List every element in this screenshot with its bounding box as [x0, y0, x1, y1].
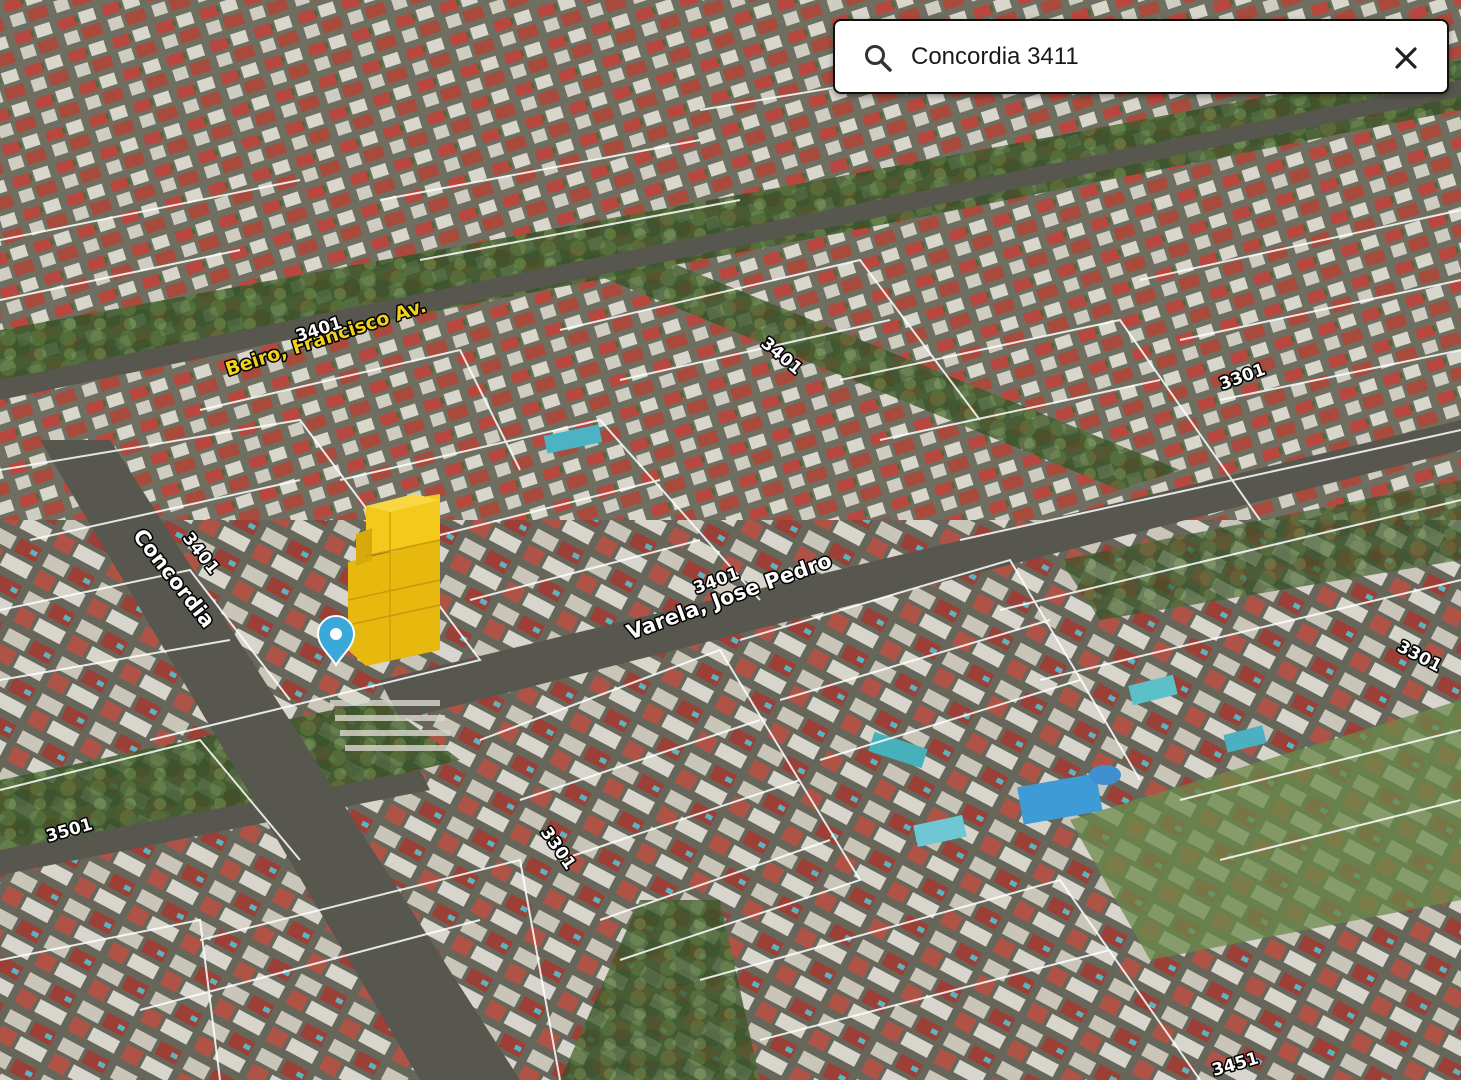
close-icon	[1395, 47, 1417, 69]
aerial-map-canvas[interactable]: Beiro, Francisco Av. 3401 Concordia 3401…	[0, 0, 1461, 1080]
search-input[interactable]	[911, 33, 1371, 81]
map-view[interactable]: Beiro, Francisco Av. 3401 Concordia 3401…	[0, 0, 1461, 1080]
search-icon[interactable]	[863, 43, 893, 73]
clear-search-button[interactable]	[1389, 41, 1423, 75]
building-step	[356, 528, 372, 566]
search-box[interactable]	[833, 19, 1449, 94]
